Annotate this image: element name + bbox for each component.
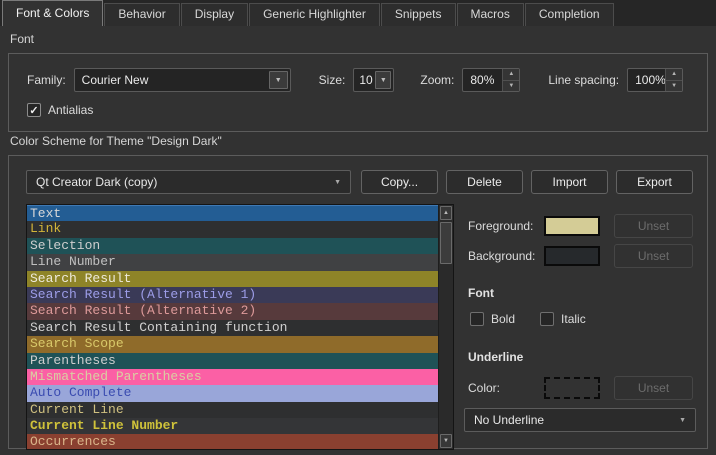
line-spacing-spinbox[interactable]: 100% ▲▼ bbox=[627, 68, 683, 92]
font-family-value: Courier New bbox=[75, 73, 290, 87]
zoom-spinbox[interactable]: 80% ▲▼ bbox=[462, 68, 520, 92]
export-button[interactable]: Export bbox=[616, 170, 693, 194]
color-scheme-list: TextLinkSelectionLine NumberSearch Resul… bbox=[26, 204, 454, 450]
chevron-down-icon: ▼ bbox=[334, 179, 341, 186]
scheme-item-parentheses[interactable]: Parentheses bbox=[27, 353, 438, 369]
scheme-item-current-line[interactable]: Current Line bbox=[27, 402, 438, 418]
scheme-item-search-result-alternative-2[interactable]: Search Result (Alternative 2) bbox=[27, 303, 438, 319]
family-label: Family: bbox=[27, 73, 66, 87]
size-label: Size: bbox=[319, 73, 346, 87]
tab-macros[interactable]: Macros bbox=[457, 3, 524, 26]
spin-up-icon[interactable]: ▲ bbox=[666, 69, 682, 81]
font-group: Family: Courier New ▼ Size: 10 ▼ Zoom: 8… bbox=[8, 53, 708, 132]
chevron-down-icon: ▼ bbox=[679, 417, 686, 424]
delete-button[interactable]: Delete bbox=[446, 170, 523, 194]
unset-underline-color-button[interactable]: Unset bbox=[614, 376, 693, 400]
scheme-group-title: Color Scheme for Theme "Design Dark" bbox=[10, 134, 222, 148]
foreground-color-swatch[interactable] bbox=[544, 216, 600, 236]
unset-background-button[interactable]: Unset bbox=[614, 244, 693, 268]
bold-checkbox[interactable] bbox=[470, 312, 484, 326]
tab-display[interactable]: Display bbox=[181, 3, 248, 26]
color-scheme-group: Qt Creator Dark (copy) ▼ Copy... Delete … bbox=[8, 155, 708, 449]
scheme-toolbar: Qt Creator Dark (copy) ▼ Copy... Delete … bbox=[26, 170, 693, 194]
background-row: Background: Unset bbox=[468, 244, 693, 268]
import-button[interactable]: Import bbox=[531, 170, 608, 194]
scheme-item-search-result-alternative-1[interactable]: Search Result (Alternative 1) bbox=[27, 287, 438, 303]
background-label: Background: bbox=[468, 249, 544, 263]
tab-completion[interactable]: Completion bbox=[525, 3, 614, 26]
spin-down-icon[interactable]: ▼ bbox=[666, 81, 682, 92]
scheme-item-line-number[interactable]: Line Number bbox=[27, 254, 438, 270]
list-scrollbar[interactable]: ▲ ▼ bbox=[438, 205, 453, 449]
scroll-up-icon[interactable]: ▲ bbox=[440, 206, 452, 220]
chevron-down-icon[interactable]: ▼ bbox=[375, 71, 391, 89]
scheme-item-search-result[interactable]: Search Result bbox=[27, 271, 438, 287]
scheme-combobox[interactable]: Qt Creator Dark (copy) ▼ bbox=[26, 170, 351, 194]
chevron-down-icon[interactable]: ▼ bbox=[269, 71, 288, 89]
font-size-combobox[interactable]: 10 ▼ bbox=[353, 68, 394, 92]
scheme-item-mismatched-parentheses[interactable]: Mismatched Parentheses bbox=[27, 369, 438, 385]
underline-style-combobox[interactable]: No Underline ▼ bbox=[464, 408, 696, 432]
spin-up-icon[interactable]: ▲ bbox=[503, 69, 519, 81]
scheme-item-current-line-number[interactable]: Current Line Number bbox=[27, 418, 438, 434]
font-section-label: Font bbox=[468, 286, 494, 300]
tab-bar: Font & Colors Behavior Display Generic H… bbox=[0, 0, 716, 26]
scheme-item-selection[interactable]: Selection bbox=[27, 238, 438, 254]
scroll-down-icon[interactable]: ▼ bbox=[440, 434, 452, 448]
scheme-item-search-result-containing-function[interactable]: Search Result Containing function bbox=[27, 320, 438, 336]
zoom-label: Zoom: bbox=[420, 73, 454, 87]
underline-color-swatch[interactable] bbox=[544, 377, 600, 399]
line-spacing-spin-buttons: ▲▼ bbox=[665, 69, 682, 91]
text-editor-options-dialog: Font & Colors Behavior Display Generic H… bbox=[0, 0, 716, 455]
bold-label: Bold bbox=[491, 312, 515, 326]
background-color-swatch[interactable] bbox=[544, 246, 600, 266]
antialias-label: Antialias bbox=[48, 103, 93, 117]
tab-behavior[interactable]: Behavior bbox=[104, 3, 179, 26]
underline-style-value: No Underline bbox=[474, 413, 544, 427]
scheme-item-auto-complete[interactable]: Auto Complete bbox=[27, 385, 438, 401]
tab-font-colors[interactable]: Font & Colors bbox=[2, 0, 103, 26]
line-spacing-value: 100% bbox=[628, 73, 665, 87]
foreground-row: Foreground: Unset bbox=[468, 214, 693, 238]
tab-snippets[interactable]: Snippets bbox=[381, 3, 456, 26]
underline-color-label: Color: bbox=[468, 381, 544, 395]
scheme-item-text[interactable]: Text bbox=[27, 205, 438, 221]
scheme-item-search-scope[interactable]: Search Scope bbox=[27, 336, 438, 352]
foreground-label: Foreground: bbox=[468, 219, 544, 233]
spin-down-icon[interactable]: ▼ bbox=[503, 81, 519, 92]
scheme-item-link[interactable]: Link bbox=[27, 221, 438, 237]
scheme-item-occurrences[interactable]: Occurrences bbox=[27, 434, 438, 450]
zoom-value: 80% bbox=[463, 73, 502, 87]
scrollbar-thumb[interactable] bbox=[440, 222, 452, 264]
font-family-combobox[interactable]: Courier New ▼ bbox=[74, 68, 291, 92]
tab-generic-highlighter[interactable]: Generic Highlighter bbox=[249, 3, 380, 26]
font-settings-row: Family: Courier New ▼ Size: 10 ▼ Zoom: 8… bbox=[27, 68, 699, 92]
antialias-row: ✓ Antialias bbox=[27, 103, 93, 117]
scheme-value: Qt Creator Dark (copy) bbox=[36, 175, 157, 189]
unset-foreground-button[interactable]: Unset bbox=[614, 214, 693, 238]
italic-checkbox[interactable] bbox=[540, 312, 554, 326]
line-spacing-label: Line spacing: bbox=[548, 73, 619, 87]
underline-section-label: Underline bbox=[468, 350, 523, 364]
scheme-item-list: TextLinkSelectionLine NumberSearch Resul… bbox=[27, 205, 438, 450]
underline-color-row: Color: Unset bbox=[468, 376, 693, 400]
zoom-spin-buttons: ▲▼ bbox=[502, 69, 519, 91]
italic-label: Italic bbox=[561, 312, 586, 326]
font-style-row: Bold Italic bbox=[470, 312, 586, 326]
antialias-checkbox[interactable]: ✓ bbox=[27, 103, 41, 117]
copy-button[interactable]: Copy... bbox=[361, 170, 438, 194]
font-group-title: Font bbox=[10, 32, 34, 46]
